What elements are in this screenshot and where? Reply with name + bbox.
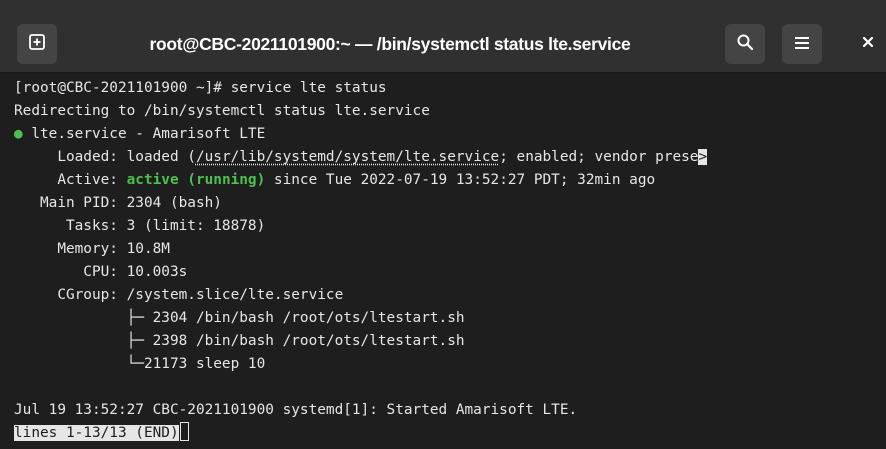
active-line: Active: active (running) since Tue 2022-…	[14, 169, 655, 192]
prompt-line: [root@CBC-2021101900 ~]# service lte sta…	[14, 80, 387, 96]
close-button[interactable]	[850, 24, 886, 64]
truncation-marker: >	[698, 149, 708, 165]
terminal-output[interactable]: [root@CBC-2021101900 ~]# service lte sta…	[0, 73, 886, 449]
unit-line: ● lte.service - Amarisoft LTE	[14, 123, 265, 146]
status-dot-icon: ●	[14, 126, 23, 142]
active-suffix: since Tue 2022-07-19 13:52:27 PDT; 32min…	[265, 172, 656, 188]
main-pid-line: Main PID: 2304 (bash)	[14, 195, 222, 211]
hamburger-menu-icon	[794, 35, 810, 54]
pager-status-line: lines 1-13/13 (END)	[14, 422, 189, 445]
new-tab-button[interactable]	[17, 24, 57, 64]
cgroup-line: CGroup: /system.slice/lte.service	[14, 287, 344, 303]
active-status: active (running)	[126, 172, 266, 188]
cpu-line: CPU: 10.003s	[14, 264, 188, 280]
unit-description: lte.service - Amarisoft LTE	[22, 126, 266, 142]
menu-button[interactable]	[782, 24, 822, 64]
unit-file-path-link[interactable]: /usr/lib/systemd/system/lte.service	[196, 149, 499, 165]
new-tab-icon	[28, 33, 46, 55]
active-prefix: Active:	[14, 172, 127, 188]
close-icon	[861, 34, 875, 54]
text-cursor	[179, 422, 189, 441]
window-title: root@CBC-2021101900:~ — /bin/systemctl s…	[149, 34, 631, 54]
redirect-line: Redirecting to /bin/systemctl status lte…	[14, 103, 430, 119]
loaded-suffix: ; enabled; vendor prese	[499, 149, 699, 165]
cgroup-child-2: ├─ 2398 /bin/bash /root/ots/ltestart.sh	[14, 333, 465, 349]
search-button[interactable]	[725, 24, 765, 64]
cgroup-child-3: └─21173 sleep 10	[14, 356, 266, 372]
log-line: Jul 19 13:52:27 CBC-2021101900 systemd[1…	[14, 402, 578, 418]
terminal-window: root@CBC-2021101900:~ — /bin/systemctl s…	[0, 0, 886, 449]
cgroup-child-1: ├─ 2304 /bin/bash /root/ots/ltestart.sh	[14, 310, 465, 326]
search-icon	[736, 33, 754, 55]
loaded-line: Loaded: loaded (/usr/lib/systemd/system/…	[14, 146, 708, 169]
tasks-line: Tasks: 3 (limit: 18878)	[14, 218, 266, 234]
memory-line: Memory: 10.8M	[14, 241, 170, 257]
pager-status: lines 1-13/13 (END)	[14, 425, 179, 441]
loaded-prefix: Loaded: loaded (	[14, 149, 196, 165]
title-bar: root@CBC-2021101900:~ — /bin/systemctl s…	[0, 0, 886, 73]
